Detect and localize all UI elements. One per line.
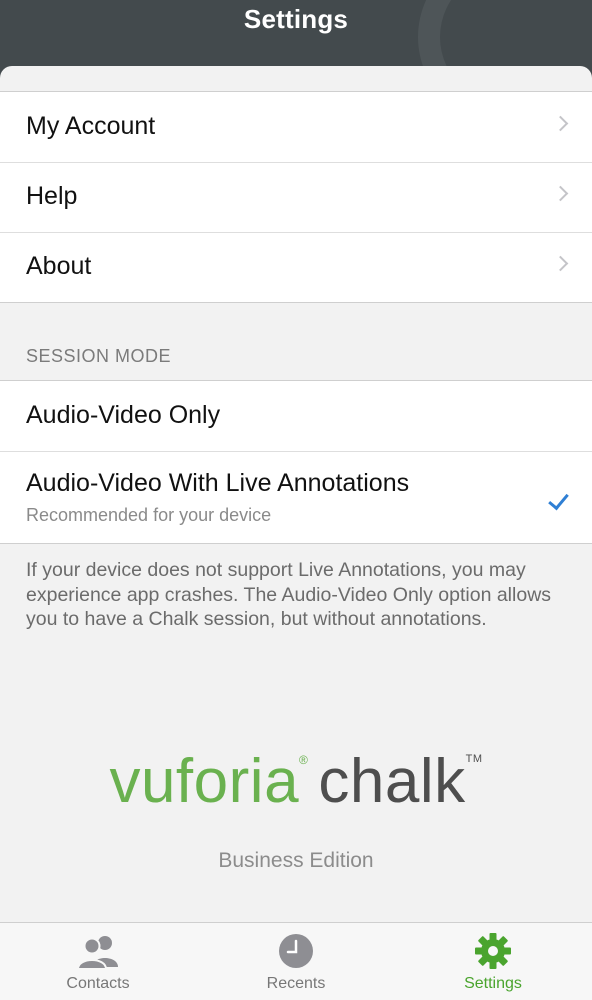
edition-label: Business Edition [218, 849, 374, 872]
session-mode-group: Audio-Video Only Audio-Video With Live A… [0, 380, 592, 544]
tab-label: Recents [266, 975, 326, 992]
logo-vuforia-text: vuforia [109, 747, 300, 816]
logo-registered-mark: ® [299, 753, 309, 767]
menu-item-my-account[interactable]: My Account [0, 92, 592, 162]
tab-contacts[interactable]: Contacts [18, 923, 178, 1000]
chevron-right-icon [552, 185, 569, 202]
gear-icon [475, 933, 511, 969]
option-audio-video-live-annotations[interactable]: Audio-Video With Live Annotations Recomm… [0, 451, 592, 543]
tab-label: Settings [464, 975, 522, 992]
menu-group: My Account Help About [0, 91, 592, 303]
menu-item-label: About [26, 252, 92, 280]
clock-icon [279, 934, 313, 968]
vuforia-chalk-logo: vuforia® chalkTM [0, 746, 592, 817]
logo-trademark: TM [465, 753, 483, 765]
logo-chalk-text: chalk [318, 747, 466, 816]
tab-label: Contacts [66, 975, 130, 992]
option-label: Audio-Video Only [26, 401, 221, 429]
tab-settings[interactable]: Settings [413, 923, 573, 1000]
menu-item-help[interactable]: Help [0, 162, 592, 232]
contacts-icon [76, 936, 118, 970]
chevron-right-icon [552, 115, 569, 132]
option-subtitle: Recommended for your device [26, 505, 272, 525]
menu-item-label: Help [26, 182, 78, 210]
section-header-session-mode: SESSION MODE [26, 346, 172, 366]
checkmark-icon [548, 488, 569, 511]
menu-item-about[interactable]: About [0, 232, 592, 302]
session-mode-footnote: If your device does not support Live Ann… [26, 559, 552, 630]
chevron-right-icon [552, 255, 569, 272]
option-audio-video-only[interactable]: Audio-Video Only [0, 381, 592, 451]
option-label: Audio-Video With Live Annotations [26, 469, 410, 497]
tab-recents[interactable]: Recents [216, 923, 376, 1000]
page-title: Settings [243, 4, 349, 34]
tab-bar: Contacts Recents Settings [0, 922, 592, 1000]
menu-item-label: My Account [26, 112, 156, 140]
